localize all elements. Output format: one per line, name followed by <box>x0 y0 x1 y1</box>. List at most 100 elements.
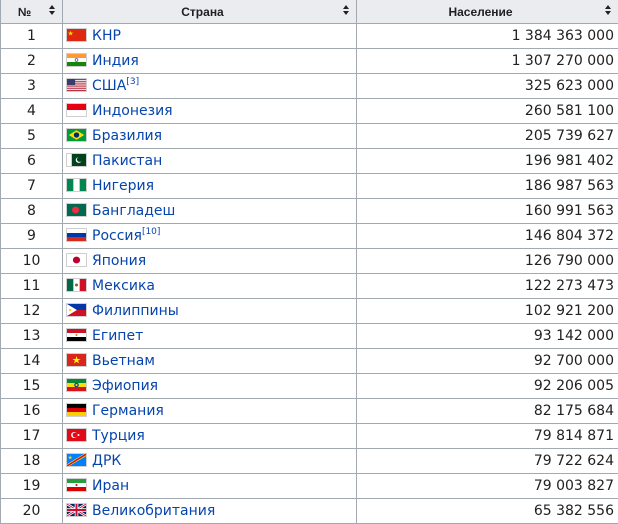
country-link[interactable]: Эфиопия <box>92 378 158 394</box>
country-link[interactable]: Индия <box>92 53 139 69</box>
country-link[interactable]: Турция <box>92 428 145 444</box>
nigeria-flag-icon <box>66 178 87 192</box>
table-row: 3США[3]325 623 000 <box>1 74 618 99</box>
rank-cell: 12 <box>1 299 63 324</box>
country-link[interactable]: Пакистан <box>92 153 162 169</box>
table-header-row: № Страна Население <box>1 0 618 24</box>
column-header-number[interactable]: № <box>1 0 63 24</box>
country-link[interactable]: Вьетнам <box>92 353 155 369</box>
country-link[interactable]: Бразилия <box>92 128 162 144</box>
ethiopia-flag-icon <box>66 378 87 392</box>
country-cell: Эфиопия <box>63 374 357 399</box>
column-header-population[interactable]: Население <box>357 0 618 24</box>
country-link[interactable]: Бангладеш <box>92 203 175 219</box>
population-cell: 102 921 200 <box>357 299 618 324</box>
rank-cell: 16 <box>1 399 63 424</box>
table-row: 7Нигерия186 987 563 <box>1 174 618 199</box>
country-link[interactable]: Иран <box>92 478 129 494</box>
turkey-flag-icon <box>66 428 87 442</box>
table-row: 6Пакистан196 981 402 <box>1 149 618 174</box>
country-link[interactable]: Индонезия <box>92 103 173 119</box>
country-link[interactable]: Нигерия <box>92 178 154 194</box>
drc-flag-icon <box>66 453 87 467</box>
table-row: 10 Япония 126 790 000 <box>1 249 618 274</box>
country-cell: Иран <box>63 474 357 499</box>
population-cell: 82 175 684 <box>357 399 618 424</box>
column-header-country[interactable]: Страна <box>63 0 357 24</box>
egypt-flag-icon <box>66 328 87 342</box>
country-link[interactable]: Мексика <box>92 278 155 294</box>
japan-flag-icon <box>66 253 87 267</box>
country-link[interactable]: Япония <box>92 253 146 269</box>
population-cell: 79 814 871 <box>357 424 618 449</box>
country-cell: Бразилия <box>63 124 357 149</box>
uk-flag-icon <box>66 503 87 517</box>
country-cell: Индонезия <box>63 99 357 124</box>
table-row: 16 Германия 82 175 684 <box>1 399 618 424</box>
rank-cell: 4 <box>1 99 63 124</box>
table-row: 12 Филиппины 102 921 200 <box>1 299 618 324</box>
country-cell: ДРК <box>63 449 357 474</box>
table-row: 11Мексика122 273 473 <box>1 274 618 299</box>
population-cell: 79 003 827 <box>357 474 618 499</box>
country-cell: Нигерия <box>63 174 357 199</box>
rank-cell: 11 <box>1 274 63 299</box>
table-row: 14Вьетнам92 700 000 <box>1 349 618 374</box>
table-row: 20 Великобритания 65 382 556 <box>1 499 618 524</box>
rank-cell: 8 <box>1 199 63 224</box>
sort-icon[interactable] <box>49 5 55 17</box>
reference-link[interactable]: [10] <box>142 227 160 237</box>
iran-flag-icon <box>66 478 87 492</box>
population-cell: 92 700 000 <box>357 349 618 374</box>
germany-flag-icon <box>66 403 87 417</box>
population-cell: 260 581 100 <box>357 99 618 124</box>
population-cell: 1 307 270 000 <box>357 49 618 74</box>
country-link[interactable]: Египет <box>92 328 143 344</box>
table-row: 13Египет93 142 000 <box>1 324 618 349</box>
rank-cell: 19 <box>1 474 63 499</box>
rank-cell: 17 <box>1 424 63 449</box>
reference-link[interactable]: [3] <box>126 77 139 87</box>
column-header-population-label: Население <box>357 5 618 19</box>
table-row: 17 Турция 79 814 871 <box>1 424 618 449</box>
population-cell: 196 981 402 <box>357 149 618 174</box>
china-flag-icon <box>66 28 87 42</box>
sort-icon[interactable] <box>605 5 611 17</box>
country-link[interactable]: США <box>92 78 126 94</box>
column-header-country-label: Страна <box>63 5 356 19</box>
table-row: 19 Иран 79 003 827 <box>1 474 618 499</box>
table-row: 2Индия1 307 270 000 <box>1 49 618 74</box>
usa-flag-icon <box>66 78 87 92</box>
table-row: 9Россия[10]146 804 372 <box>1 224 618 249</box>
country-link[interactable]: Германия <box>92 403 164 419</box>
country-cell: Филиппины <box>63 299 357 324</box>
country-cell: Германия <box>63 399 357 424</box>
table-row: 1КНР1 384 363 000 <box>1 24 618 49</box>
rank-cell: 10 <box>1 249 63 274</box>
table-row: 18ДРК79 722 624 <box>1 449 618 474</box>
country-cell: Бангладеш <box>63 199 357 224</box>
population-cell: 92 206 005 <box>357 374 618 399</box>
rank-cell: 20 <box>1 499 63 524</box>
india-flag-icon <box>66 53 87 67</box>
country-cell: КНР <box>63 24 357 49</box>
country-link[interactable]: ДРК <box>92 453 121 469</box>
population-cell: 65 382 556 <box>357 499 618 524</box>
country-cell: Индия <box>63 49 357 74</box>
country-cell: Вьетнам <box>63 349 357 374</box>
sort-icon[interactable] <box>343 5 349 17</box>
russia-flag-icon <box>66 228 87 242</box>
pakistan-flag-icon <box>66 153 87 167</box>
mexico-flag-icon <box>66 278 87 292</box>
country-link[interactable]: Россия <box>92 228 142 244</box>
population-cell: 205 739 627 <box>357 124 618 149</box>
country-link[interactable]: КНР <box>92 28 121 44</box>
country-link[interactable]: Великобритания <box>92 503 215 519</box>
country-cell: Россия[10] <box>63 224 357 249</box>
population-cell: 126 790 000 <box>357 249 618 274</box>
brazil-flag-icon <box>66 128 87 142</box>
population-cell: 160 991 563 <box>357 199 618 224</box>
rank-cell: 18 <box>1 449 63 474</box>
table-row: 15Эфиопия92 206 005 <box>1 374 618 399</box>
country-link[interactable]: Филиппины <box>92 303 179 319</box>
